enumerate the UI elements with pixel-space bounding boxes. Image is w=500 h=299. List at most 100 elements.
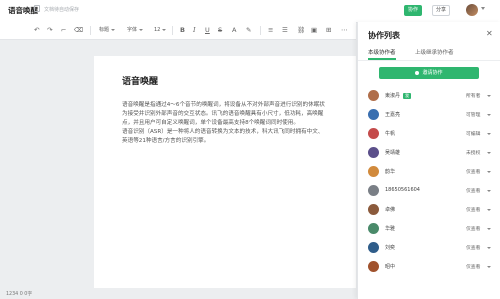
paragraph-style-select[interactable]: 标题: [99, 26, 116, 34]
permission-select[interactable]: 仅查看: [466, 244, 480, 251]
save-status: 文档待自动保存: [44, 7, 80, 13]
avatar: [368, 147, 379, 158]
paragraph-line[interactable]: 为接受并识别外部声音的交互状态。讯飞的语音唤醒具有小尺寸，低功耗，高唤醒: [122, 110, 356, 119]
font-size-value: 12: [154, 27, 161, 33]
image-icon[interactable]: ▣: [311, 26, 317, 34]
word-count: 1234 0 0字: [6, 292, 33, 297]
collaborator-name-text: 東淑丹: [385, 93, 401, 99]
font-family-select[interactable]: 字体: [127, 26, 144, 34]
close-icon[interactable]: ✕: [486, 30, 493, 38]
chevron-down-icon[interactable]: [487, 113, 491, 116]
highlight-icon[interactable]: ✎: [246, 26, 251, 34]
document-area: 语音唤醒 语音唤醒是指通过4～6个音节的唤醒词，将设备从不对外部声音进行识别的休…: [0, 40, 356, 288]
align-icon[interactable]: ≡: [268, 26, 273, 34]
more-icon[interactable]: ⋯: [341, 26, 348, 34]
permission-select[interactable]: 所有者: [466, 92, 480, 99]
toolbar-divider: [260, 26, 261, 35]
list-item: 韵华 仅查看: [358, 162, 500, 182]
chevron-down-icon[interactable]: [481, 7, 485, 10]
self-badge: 我: [403, 92, 412, 99]
avatar: [368, 242, 379, 253]
tab-direct-collaborators[interactable]: 本级协作者: [368, 48, 396, 56]
underline-icon[interactable]: U: [205, 26, 210, 34]
chevron-down-icon[interactable]: [487, 151, 491, 154]
paragraph-line[interactable]: 点，并且用户可自定义唤醒词，单个设备最高支持8个唤醒词同时使用。: [122, 119, 356, 128]
chevron-down-icon: [139, 28, 144, 31]
text-color-icon[interactable]: A: [232, 26, 236, 34]
share-button[interactable]: 分享: [432, 5, 450, 16]
permission-select[interactable]: 可编辑: [466, 130, 480, 137]
paragraph-line[interactable]: 语音唤醒是指通过4～6个音节的唤醒词，将设备从不对外部声音进行识别的休眠状: [122, 101, 356, 110]
collaborator-name: 华雅: [385, 226, 396, 232]
font-size-select[interactable]: 12: [154, 26, 167, 34]
avatar: [368, 128, 379, 139]
chevron-down-icon: [111, 28, 116, 31]
permission-select[interactable]: 可管理: [466, 111, 480, 118]
redo-icon[interactable]: ↷: [47, 26, 52, 34]
document-heading[interactable]: 语音唤醒: [122, 74, 158, 87]
invite-collaborator-button[interactable]: 邀请协作: [379, 67, 479, 79]
link-icon[interactable]: ⛓: [297, 26, 305, 34]
chevron-down-icon[interactable]: [487, 246, 491, 249]
chevron-down-icon[interactable]: [487, 94, 491, 97]
list-item: 华雅 仅查看: [358, 219, 500, 239]
chevron-down-icon[interactable]: [487, 170, 491, 173]
permission-select[interactable]: 仅查看: [466, 168, 480, 175]
paragraph-line[interactable]: 语音识别（ASR）是一种将人的语音转换为文本的技术，科大讯飞同时拥有中文、: [122, 128, 356, 137]
undo-icon[interactable]: ↶: [34, 26, 39, 34]
collab-button[interactable]: 协作: [404, 5, 422, 16]
list-icon[interactable]: ☰: [282, 26, 288, 34]
document-icon: [34, 5, 40, 12]
avatar: [368, 204, 379, 215]
collaborator-name: 韵华: [385, 169, 396, 175]
avatar: [368, 261, 379, 272]
chevron-down-icon[interactable]: [487, 208, 491, 211]
chevron-down-icon[interactable]: [487, 265, 491, 268]
add-user-icon: [415, 70, 420, 75]
collaborator-name: 牛帆: [385, 131, 396, 137]
list-item: 卓佛 仅查看: [358, 200, 500, 220]
collab-panel: 协作列表 ✕ 本级协作者 上级继承协作者 邀请协作 東淑丹我 所有者 王嘉亮 可…: [357, 22, 500, 299]
permission-select[interactable]: 仅查看: [466, 263, 480, 270]
clear-format-icon[interactable]: ⌫: [74, 26, 83, 34]
list-item: 18650561604 仅查看: [358, 181, 500, 201]
collaborator-name: 昭中: [385, 264, 396, 270]
list-item: 刘奕 仅查看: [358, 238, 500, 258]
list-item: 吴靖雄 未授权: [358, 143, 500, 163]
invite-label: 邀请协作: [422, 70, 443, 76]
paragraph-line[interactable]: 英语等21种语言/方言的识别引擎。: [122, 137, 356, 146]
editor-toolbar: ↶ ↷ ⌐ ⌫ 标题 字体 12 B I U S A ✎ ≡ ☰ ⛓ ▣ ⊞ ⋯: [0, 22, 356, 40]
strikethrough-icon[interactable]: S: [218, 26, 222, 34]
font-family-value: 字体: [127, 27, 138, 33]
permission-select[interactable]: 仅查看: [466, 206, 480, 213]
bold-icon[interactable]: B: [180, 26, 185, 34]
tab-inherited-collaborators[interactable]: 上级继承协作者: [415, 48, 454, 56]
format-painter-icon[interactable]: ⌐: [61, 26, 66, 34]
status-bar: 1234 0 0字: [0, 288, 356, 299]
italic-icon[interactable]: I: [193, 26, 196, 34]
chevron-down-icon[interactable]: [487, 227, 491, 230]
toolbar-divider: [172, 26, 173, 35]
list-item: 東淑丹我 所有者: [358, 86, 500, 106]
toolbar-divider: [90, 26, 91, 35]
permission-select[interactable]: 仅查看: [466, 187, 480, 194]
top-bar: 语音唤醒 文档待自动保存 协作 分享: [0, 0, 500, 23]
permission-select[interactable]: 仅查看: [466, 225, 480, 232]
chevron-down-icon[interactable]: [487, 189, 491, 192]
collaborator-name: 王嘉亮: [385, 112, 401, 118]
table-icon[interactable]: ⊞: [326, 26, 331, 34]
list-item: 王嘉亮 可管理: [358, 105, 500, 125]
permission-select[interactable]: 未授权: [466, 149, 480, 156]
user-avatar[interactable]: [466, 4, 478, 16]
avatar: [368, 109, 379, 120]
list-item: 牛帆 可编辑: [358, 124, 500, 144]
collaborator-name: 東淑丹我: [385, 92, 412, 99]
list-item: 昭中 仅查看: [358, 257, 500, 277]
collaborator-name: 卓佛: [385, 207, 396, 213]
panel-title: 协作列表: [368, 31, 400, 40]
avatar: [368, 90, 379, 101]
document-page[interactable]: 语音唤醒 语音唤醒是指通过4～6个音节的唤醒词，将设备从不对外部声音进行识别的休…: [94, 56, 356, 288]
chevron-down-icon[interactable]: [487, 132, 491, 135]
collaborator-name: 18650561604: [385, 187, 420, 193]
avatar: [368, 166, 379, 177]
